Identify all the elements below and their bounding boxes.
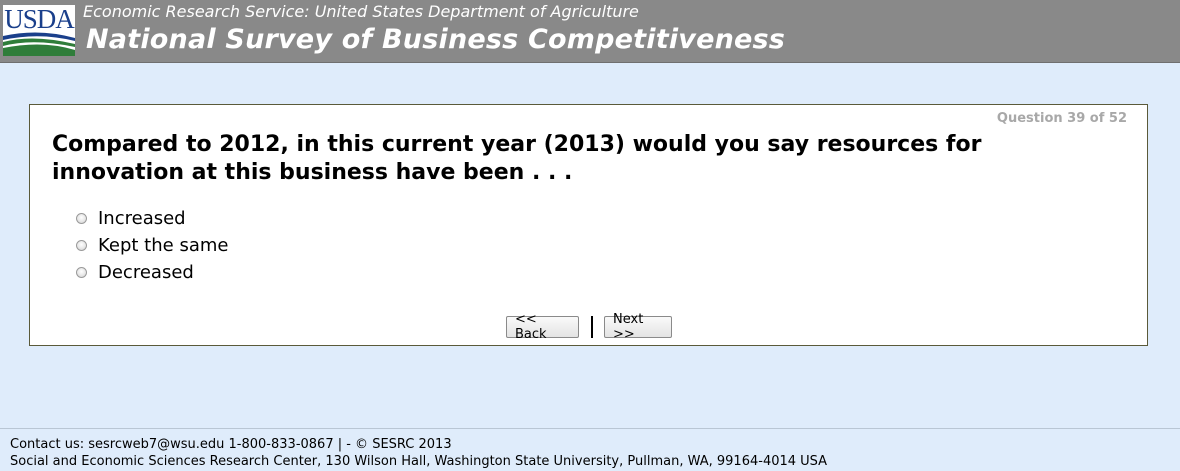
footer-address: Social and Economic Sciences Research Ce…: [10, 454, 828, 469]
radio-button[interactable]: [76, 240, 87, 251]
footer-contact: Contact us: sesrcweb7@wsu.edu 1-800-833-…: [10, 437, 452, 452]
radio-button[interactable]: [76, 267, 87, 278]
question-card: Question 39 of 52 Compared to 2012, in t…: [29, 104, 1148, 346]
question-text: Compared to 2012, in this current year (…: [52, 132, 982, 185]
next-button[interactable]: Next >>: [604, 312, 672, 342]
site-header: USDA Economic Research Service: United S…: [0, 0, 1180, 63]
usda-logo-hills-icon: [3, 32, 75, 56]
agency-name: Economic Research Service: United States…: [83, 2, 639, 21]
option-label: Decreased: [98, 262, 194, 283]
usda-logo-text: USDA: [4, 4, 75, 34]
usda-logo: USDA: [3, 5, 75, 56]
option-increased[interactable]: Increased: [76, 205, 228, 232]
nav-separator: [591, 316, 593, 338]
option-decreased[interactable]: Decreased: [76, 259, 228, 286]
radio-button[interactable]: [76, 213, 87, 224]
answer-options: Increased Kept the same Decreased: [76, 205, 228, 286]
option-label: Kept the same: [98, 235, 229, 256]
site-footer: Contact us: sesrcweb7@wsu.edu 1-800-833-…: [0, 428, 1180, 471]
option-kept-the-same[interactable]: Kept the same: [76, 232, 228, 259]
survey-title: National Survey of Business Competitiven…: [86, 24, 786, 55]
option-label: Increased: [98, 208, 186, 229]
back-button[interactable]: << Back: [506, 312, 579, 342]
question-progress: Question 39 of 52: [996, 111, 1127, 126]
navigation-buttons: << Back Next >>: [506, 312, 672, 342]
